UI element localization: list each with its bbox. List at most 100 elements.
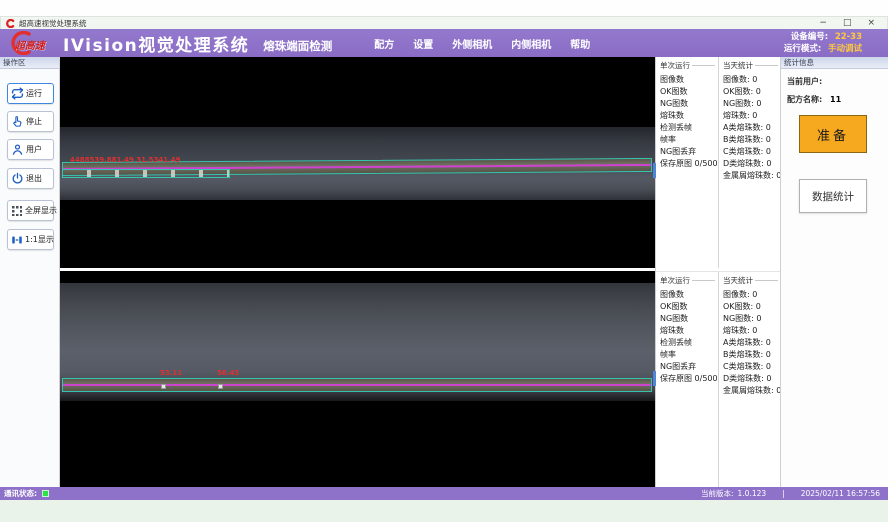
window-titlebar: 超高速视觉处理系统 − □ × bbox=[0, 16, 888, 29]
data-statistics-button[interactable]: 数据统计 bbox=[799, 179, 867, 213]
stat-row: A类熔珠数: 0 bbox=[719, 337, 781, 349]
minimize-button[interactable]: − bbox=[819, 18, 827, 29]
one-to-one-icon bbox=[11, 234, 23, 246]
stop-button[interactable]: 停止 bbox=[7, 111, 54, 132]
stat-row: D类熔珠数: 0 bbox=[719, 373, 781, 385]
measurement-annotation: 4488539.881.49 31.5341.49 bbox=[70, 156, 181, 164]
recipe-name-label: 配方名称: bbox=[787, 95, 822, 104]
exit-button[interactable]: 退出 bbox=[7, 168, 54, 189]
close-button[interactable]: × bbox=[867, 18, 875, 29]
single-run-rows: 图像数OK图数NG图数熔珠数检测丢帧帧率NG图丢弃保存原图 0/500 bbox=[656, 74, 718, 170]
measurement-annotation: 53.11 bbox=[160, 369, 182, 377]
fullscreen-grid-icon bbox=[11, 205, 23, 217]
version-value: 1.0.123 bbox=[738, 489, 767, 498]
stat-row: 保存原图 0/500 bbox=[656, 158, 718, 170]
stat-row: 帧率 bbox=[656, 134, 718, 146]
run-button-label: 运行 bbox=[26, 88, 42, 99]
device-number-value: 22-33 bbox=[835, 32, 862, 42]
stat-row: 检测丢帧 bbox=[656, 122, 718, 134]
menu-item[interactable]: 外侧相机 bbox=[452, 36, 492, 51]
today-title: 当天统计 bbox=[719, 60, 781, 71]
run-button[interactable]: 运行 bbox=[7, 83, 54, 104]
one-to-one-button[interactable]: 1:1显示 bbox=[7, 229, 54, 250]
stats-group-outer: 单次运行 图像数OK图数NG图数熔珠数检测丢帧帧率NG图丢弃保存原图 0/500… bbox=[656, 57, 781, 268]
current-user-label: 当前用户: bbox=[787, 77, 822, 86]
app-subtitle: 熔珠端面检测 bbox=[263, 38, 332, 54]
scroll-tick bbox=[653, 163, 656, 178]
stat-row: A类熔珠数: 0 bbox=[719, 122, 781, 134]
today-column: 当天统计 图像数: 0OK图数: 0NG图数: 0熔珠数: 0A类熔珠数: 0B… bbox=[718, 57, 781, 268]
menu-item[interactable]: 内侧相机 bbox=[511, 36, 551, 51]
stat-row: 金属屑熔珠数: 0 bbox=[719, 385, 781, 397]
run-icon bbox=[11, 87, 24, 100]
ready-button[interactable]: 准备 bbox=[799, 115, 867, 153]
stat-row: 图像数: 0 bbox=[719, 289, 781, 301]
sidebar-title: 操作区 bbox=[0, 57, 59, 69]
today-rows: 图像数: 0OK图数: 0NG图数: 0熔珠数: 0A类熔珠数: 0B类熔珠数:… bbox=[719, 289, 781, 397]
brand-logo: 超高速 bbox=[5, 30, 59, 56]
window-title: 超高速视觉处理系统 bbox=[19, 18, 87, 29]
stat-row: OK图数 bbox=[656, 86, 718, 98]
stat-row: 保存原图 0/500 bbox=[656, 373, 718, 385]
stat-row: NG图丢弃 bbox=[656, 361, 718, 373]
today-rows: 图像数: 0OK图数: 0NG图数: 0熔珠数: 0A类熔珠数: 0B类熔珠数:… bbox=[719, 74, 781, 182]
detection-sub-box bbox=[62, 169, 230, 178]
run-mode-value: 手动调试 bbox=[828, 44, 862, 54]
stat-row: 图像数: 0 bbox=[719, 74, 781, 86]
stat-row: 熔珠数: 0 bbox=[719, 325, 781, 337]
version-label: 当前版本: bbox=[701, 488, 734, 499]
run-mode-row: 运行模式: 手动调试 bbox=[784, 43, 862, 55]
single-run-rows: 图像数OK图数NG图数熔珠数检测丢帧帧率NG图丢弃保存原图 0/500 bbox=[656, 289, 718, 385]
comm-status-indicator bbox=[42, 490, 49, 497]
single-run-column: 单次运行 图像数OK图数NG图数熔珠数检测丢帧帧率NG图丢弃保存原图 0/500 bbox=[656, 57, 718, 268]
stat-row: C类熔珠数: 0 bbox=[719, 146, 781, 158]
stat-row: NG图丢弃 bbox=[656, 146, 718, 158]
camera-viewport-outer: 4488539.881.49 31.5341.49 bbox=[60, 57, 655, 268]
single-run-title: 单次运行 bbox=[656, 275, 718, 286]
stat-row: NG图数: 0 bbox=[719, 313, 781, 325]
stat-row: 检测丢帧 bbox=[656, 337, 718, 349]
desktop-background bbox=[0, 500, 888, 522]
measurement-annotation: 56.43 bbox=[217, 369, 239, 377]
info-panel-title: 统计信息 bbox=[781, 57, 888, 69]
stop-hand-icon bbox=[11, 115, 24, 128]
defect-marker bbox=[218, 384, 223, 389]
app-logo-icon bbox=[6, 19, 15, 28]
detected-bead-strip bbox=[62, 378, 652, 392]
stat-row: B类熔珠数: 0 bbox=[719, 134, 781, 146]
exit-button-label: 退出 bbox=[26, 173, 42, 184]
camera-viewport-inner: 53.11 56.43 bbox=[60, 271, 655, 487]
user-button-label: 用户 bbox=[26, 144, 42, 155]
menu-item[interactable]: 设置 bbox=[413, 36, 433, 51]
single-run-column: 单次运行 图像数OK图数NG图数熔珠数检测丢帧帧率NG图丢弃保存原图 0/500 bbox=[656, 272, 718, 487]
fullscreen-button[interactable]: 全屏显示 bbox=[7, 200, 54, 221]
stat-row: 帧率 bbox=[656, 349, 718, 361]
stat-row: 熔珠数 bbox=[656, 325, 718, 337]
app-title: IVision视觉处理系统 bbox=[63, 31, 249, 56]
recipe-name-value: 11 bbox=[830, 95, 841, 104]
fullscreen-button-label: 全屏显示 bbox=[25, 205, 57, 216]
stat-row: 金属屑熔珠数: 0 bbox=[719, 170, 781, 182]
stat-row: 熔珠数: 0 bbox=[719, 110, 781, 122]
menu-item[interactable]: 帮助 bbox=[570, 36, 590, 51]
datetime: 2025/02/11 16:57:56 bbox=[801, 489, 880, 498]
user-button[interactable]: 用户 bbox=[7, 139, 54, 160]
menu-item[interactable]: 配方 bbox=[374, 36, 394, 51]
app-header: 超高速 IVision视觉处理系统 熔珠端面检测 配方设置外侧相机内侧相机帮助 … bbox=[0, 29, 888, 57]
bead-line bbox=[63, 384, 651, 386]
operation-sidebar: 操作区 运行 停止 用户 退出 bbox=[0, 57, 60, 487]
user-icon bbox=[11, 143, 24, 156]
run-mode-label: 运行模式: bbox=[784, 44, 821, 54]
device-info: 设备编号: 22-33 运行模式: 手动调试 bbox=[784, 31, 862, 55]
maximize-button[interactable]: □ bbox=[843, 18, 852, 29]
main-menu: 配方 设置 外侧相机 内侧相机 帮助 bbox=[374, 36, 590, 51]
separator: | bbox=[782, 489, 785, 498]
stat-row: NG图数: 0 bbox=[719, 98, 781, 110]
stat-row: B类熔珠数: 0 bbox=[719, 349, 781, 361]
single-run-title: 单次运行 bbox=[656, 60, 718, 71]
stat-row: NG图数 bbox=[656, 98, 718, 110]
stat-row: OK图数: 0 bbox=[719, 301, 781, 313]
window-controls: − □ × bbox=[819, 18, 875, 29]
defect-marker bbox=[161, 384, 166, 389]
today-column: 当天统计 图像数: 0OK图数: 0NG图数: 0熔珠数: 0A类熔珠数: 0B… bbox=[718, 272, 781, 487]
